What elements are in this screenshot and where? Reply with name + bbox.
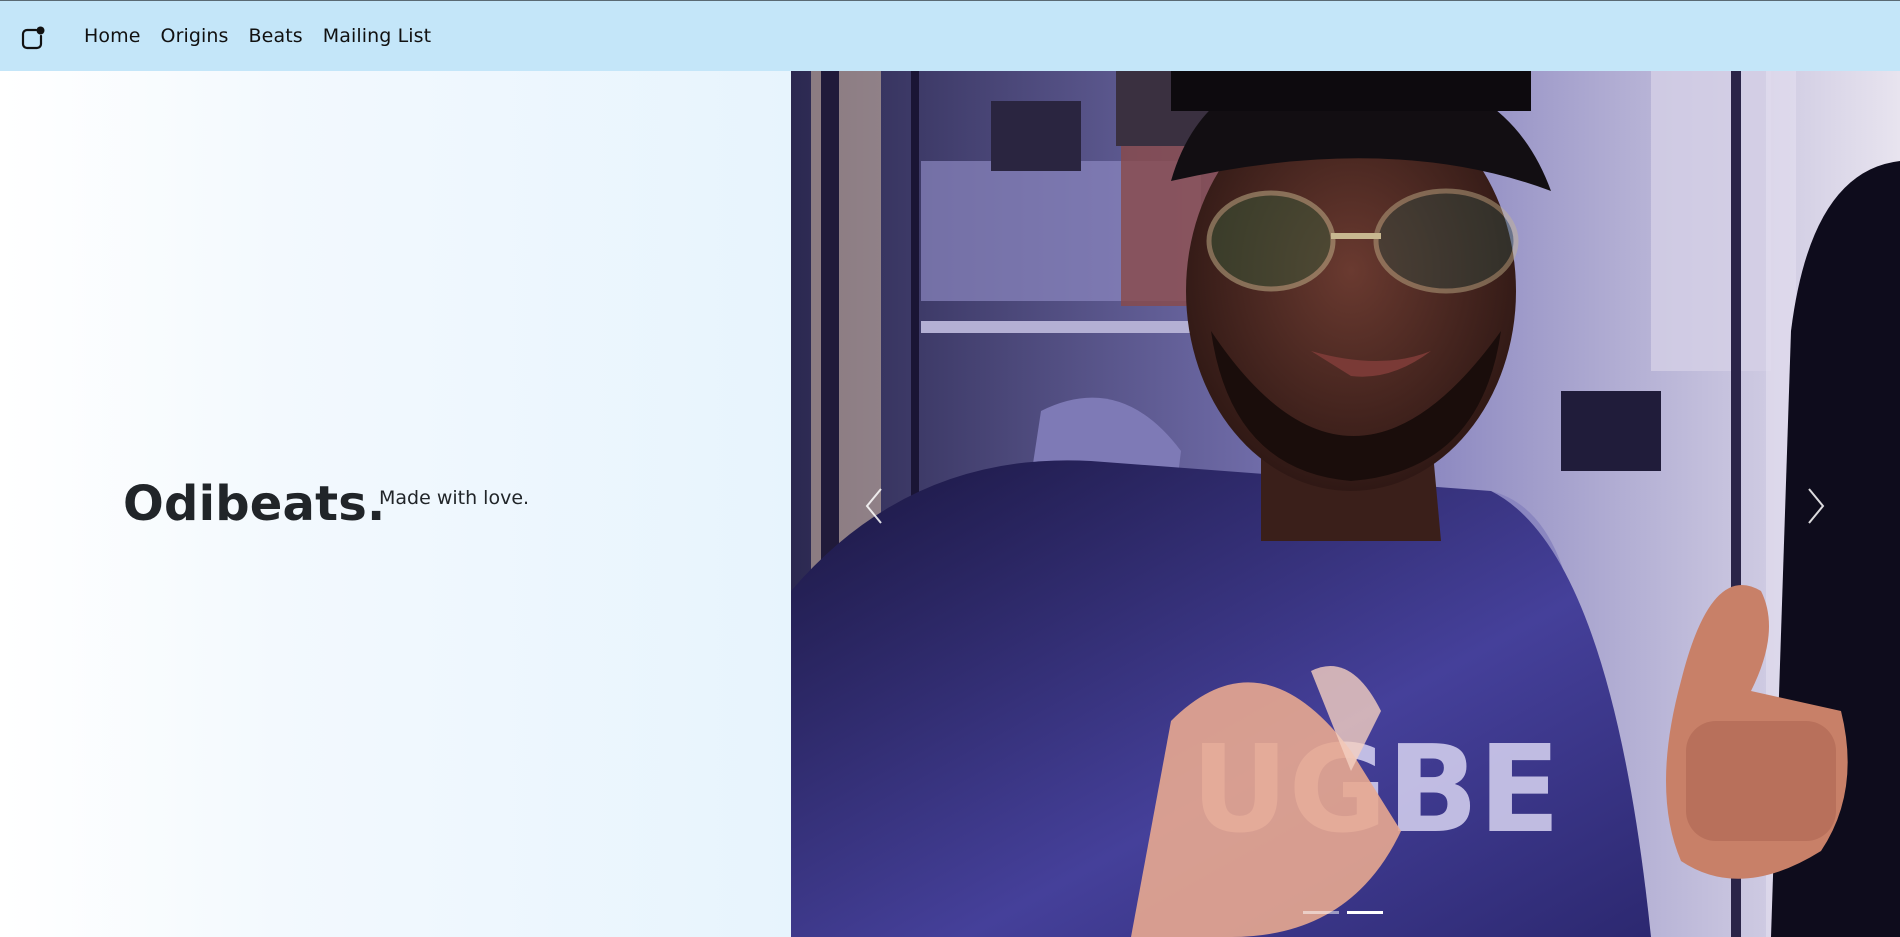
- app-logo-icon[interactable]: [20, 25, 46, 51]
- chevron-left-icon: [865, 488, 882, 524]
- nav-link-home[interactable]: Home: [84, 25, 141, 47]
- nav-link-origins[interactable]: Origins: [161, 25, 229, 47]
- nav-link-beats[interactable]: Beats: [249, 25, 303, 47]
- chevron-right-icon: [1808, 488, 1825, 524]
- image-carousel: UGBE: [791, 71, 1900, 937]
- nav-link-mailing-list[interactable]: Mailing List: [323, 25, 431, 47]
- carousel-indicators: [1303, 911, 1383, 914]
- hero-title: Odibeats.: [123, 476, 386, 532]
- carousel-indicator-1[interactable]: [1303, 911, 1339, 914]
- carousel-photo: UGBE: [791, 71, 1900, 937]
- navbar: Home Origins Beats Mailing List: [0, 0, 1900, 71]
- carousel-indicator-2[interactable]: [1347, 911, 1383, 914]
- carousel-next-button[interactable]: [1796, 466, 1836, 546]
- carousel-prev-button[interactable]: [854, 466, 894, 546]
- hero-section: Odibeats. Made with love.: [0, 71, 791, 937]
- hero-subtitle: Made with love.: [379, 487, 530, 509]
